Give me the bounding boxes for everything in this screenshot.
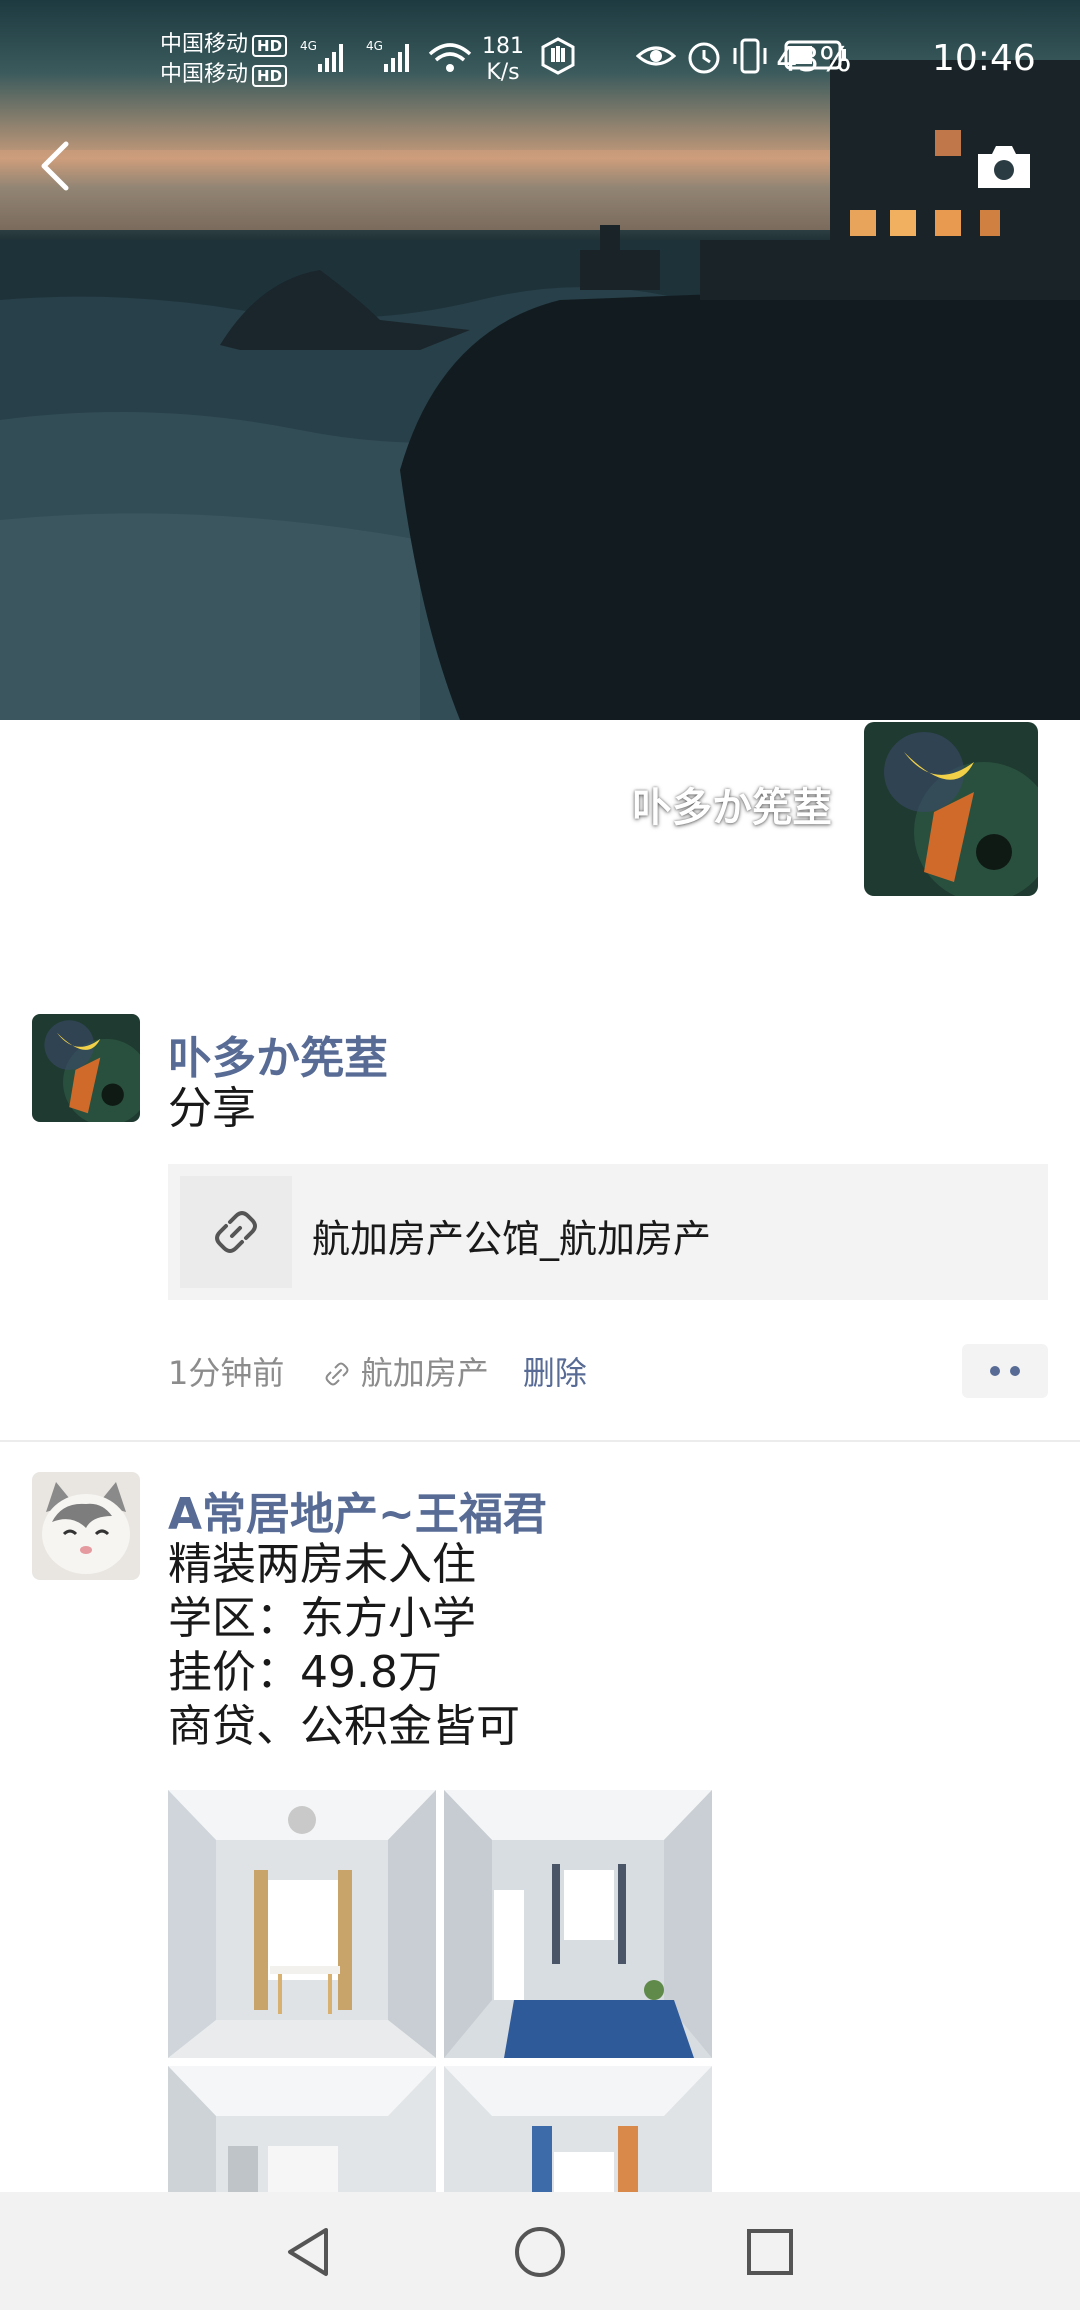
- post-text: 分享: [168, 1083, 256, 1134]
- chevron-left-icon: [41, 141, 69, 191]
- net-speed-value: 181: [482, 34, 524, 59]
- avatar-moon-image: [32, 1014, 140, 1122]
- carrier-1-label: 中国移动: [160, 32, 249, 57]
- avatar-moon-image: [864, 722, 1038, 896]
- profile-name[interactable]: 卟多か筅荎: [560, 775, 832, 833]
- post-photo[interactable]: [444, 1790, 712, 2058]
- status-bar: 中国移动 HD 中国移动 HD 4G 4G 181 K/s 43% 10:46: [0, 0, 1080, 120]
- carrier-2-label: 中国移动: [160, 62, 249, 87]
- svg-text:4G: 4G: [366, 39, 383, 53]
- camera-icon: [978, 146, 1030, 188]
- hd-badge: HD: [252, 65, 288, 87]
- camera-button[interactable]: [974, 142, 1034, 192]
- avatar-cat-image: [32, 1472, 140, 1580]
- square-recents-icon: [747, 2229, 793, 2275]
- moments-cover-image[interactable]: 中国移动 HD 中国移动 HD 4G 4G 181 K/s 43% 10:46: [0, 0, 1080, 720]
- post-photo[interactable]: [168, 2066, 436, 2192]
- post-avatar[interactable]: [32, 1472, 140, 1580]
- post-photo[interactable]: [168, 1790, 436, 2058]
- hd-badge: HD: [252, 35, 288, 57]
- system-navigation-bar: [0, 2192, 1080, 2310]
- shared-link-card[interactable]: 航加房产公馆_航加房产: [168, 1164, 1048, 1300]
- dining-room-photo: [168, 1790, 436, 2058]
- post-text-line: 学区：东方小学: [168, 1593, 476, 1644]
- more-icon-dot: [990, 1366, 1000, 1376]
- post-text-line: 精装两房未入住: [168, 1539, 476, 1590]
- nav-home-button[interactable]: [510, 2222, 570, 2282]
- nav-recents-button[interactable]: [740, 2222, 800, 2282]
- post-divider: [0, 1440, 1080, 1442]
- carrier-info: 中国移动 HD 中国移动 HD: [160, 30, 288, 90]
- net-speed-unit: K/s: [486, 60, 520, 85]
- battery-indicator: 43%: [776, 36, 852, 84]
- battery-icon: [784, 40, 846, 70]
- post-author-name[interactable]: 卟多か筅荎: [168, 1022, 388, 1086]
- triangle-back-icon: [288, 2228, 328, 2276]
- post-meta: 1分钟前 航加房产 删除: [168, 1348, 587, 1394]
- post-text: 精装两房未入住 学区：东方小学 挂价：49.8万 商贷、公积金皆可: [168, 1538, 520, 1754]
- post-text-line: 商贷、公积金皆可: [168, 1701, 520, 1752]
- post-source[interactable]: 航加房产: [361, 1354, 489, 1392]
- back-button[interactable]: [30, 136, 80, 196]
- post-time: 1分钟前: [168, 1354, 285, 1392]
- post-photo[interactable]: [444, 2066, 712, 2192]
- svg-text:4G: 4G: [300, 39, 317, 53]
- room-photo: [444, 2066, 712, 2192]
- more-actions-button[interactable]: [962, 1344, 1048, 1398]
- clock: 10:46: [932, 38, 1036, 79]
- post-avatar[interactable]: [32, 1014, 140, 1122]
- link-title: 航加房产公馆_航加房产: [312, 1217, 712, 1261]
- post-author-name[interactable]: A常居地产~王福君: [168, 1478, 547, 1542]
- post-text-line: 挂价：49.8万: [168, 1647, 442, 1698]
- room-photo: [168, 2066, 436, 2192]
- nav-back-button[interactable]: [280, 2222, 340, 2282]
- profile-avatar[interactable]: [864, 722, 1038, 896]
- signal-strength-icon: 4G 4G: [300, 39, 472, 72]
- link-icon: [180, 1176, 292, 1288]
- bedroom-photo: [444, 1790, 712, 2058]
- network-speed: 181 K/s: [482, 34, 524, 86]
- delete-button[interactable]: 删除: [523, 1354, 587, 1392]
- source-link-icon: [323, 1354, 361, 1392]
- circle-home-icon: [515, 2227, 565, 2277]
- more-icon-dot: [1010, 1366, 1020, 1376]
